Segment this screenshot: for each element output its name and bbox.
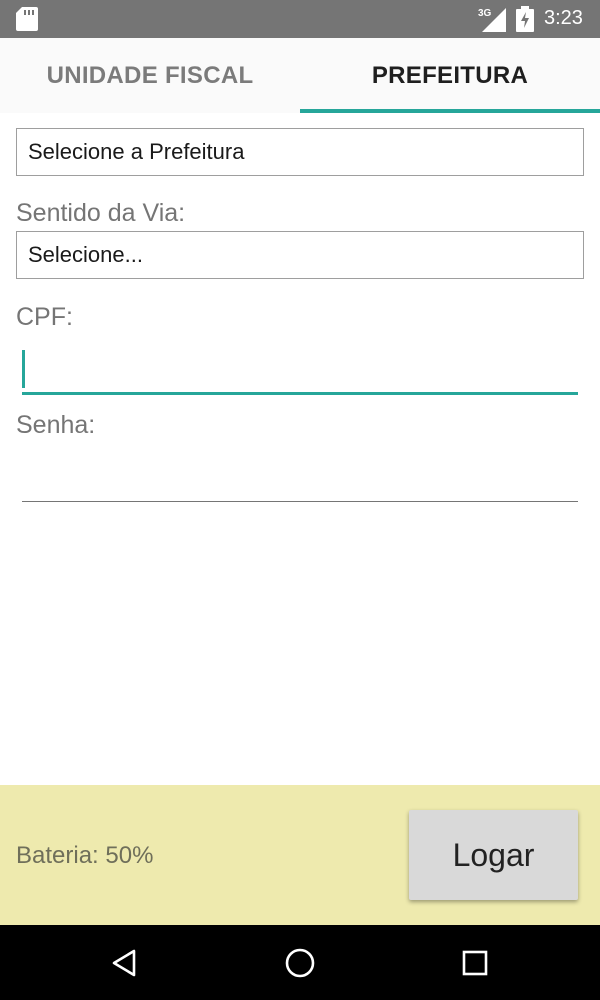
prefeitura-spinner[interactable]: Selecione a Prefeitura [16,128,584,176]
back-button[interactable] [95,925,155,1000]
home-icon [285,948,315,977]
recents-icon [462,950,488,975]
senha-input[interactable] [22,452,578,502]
sd-card-icon [16,7,38,31]
recents-button[interactable] [445,925,505,1000]
navigation-bar [0,925,600,1000]
tab-unidade-fiscal[interactable]: UNIDADE FISCAL [0,38,300,113]
sentido-spinner[interactable]: Selecione... [16,231,584,279]
senha-label: Senha: [16,411,96,439]
cpf-label: CPF: [16,303,73,331]
status-bar: 3G 3:23 [0,0,600,38]
signal-icon: 3G [478,6,506,32]
status-time: 3:23 [544,7,583,29]
prefeitura-spinner-value: Selecione a Prefeitura [28,139,245,164]
text-cursor [22,350,25,388]
tab-bar: UNIDADE FISCAL PREFEITURA [0,38,600,113]
selected-tab-indicator [300,109,600,113]
network-type-label: 3G [478,8,492,19]
sentido-spinner-value: Selecione... [28,242,143,267]
logar-button[interactable]: Logar [409,810,578,900]
battery-icon [516,6,534,32]
cpf-input[interactable] [22,345,578,395]
sentido-label: Sentido da Via: [16,199,186,227]
back-icon [112,949,136,976]
tab-prefeitura[interactable]: PREFEITURA [300,38,600,113]
battery-status: Bateria: 50% [16,842,154,869]
home-button[interactable] [270,925,330,1000]
